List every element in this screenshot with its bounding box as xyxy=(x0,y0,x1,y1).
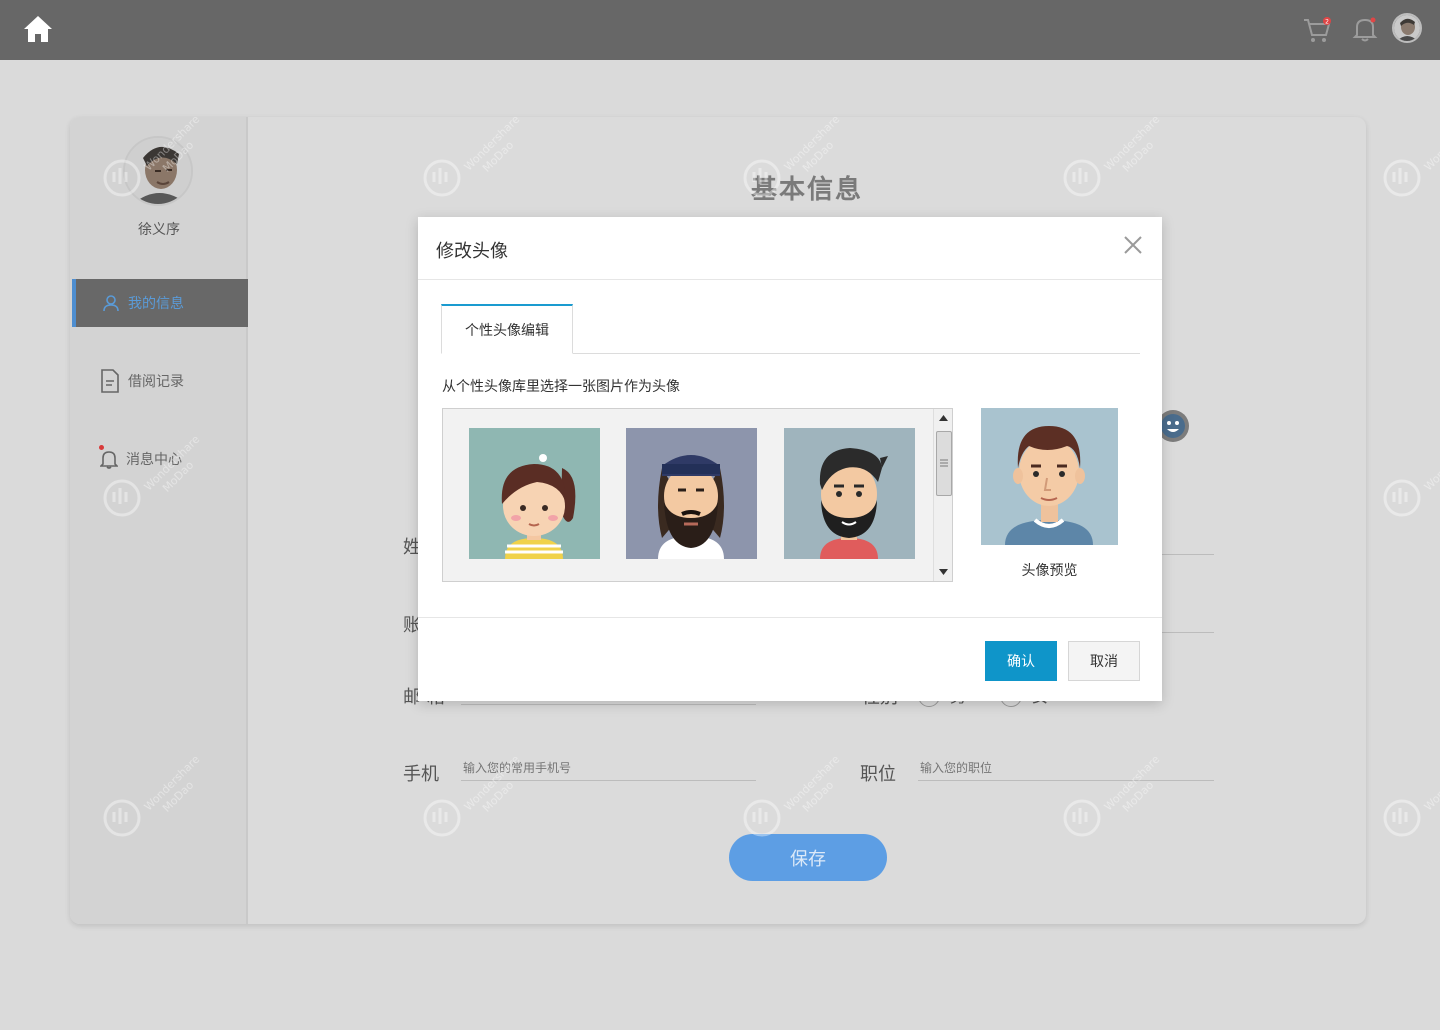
position-label: 职位 xyxy=(860,764,896,785)
name-field-right-edge xyxy=(1162,531,1214,555)
bell-icon xyxy=(100,451,118,469)
document-icon xyxy=(101,369,119,393)
instruction-text: 从个性头像库里选择一张图片作为头像 xyxy=(442,379,680,395)
avatar-gallery xyxy=(442,408,953,582)
save-button[interactable]: 保存 xyxy=(729,834,887,881)
cancel-button[interactable]: 取消 xyxy=(1068,641,1140,681)
svg-text:Wondershare: Wondershare xyxy=(1422,433,1440,494)
change-avatar-dialog: 修改头像 个性头像编辑 从个性头像库里选择一张图片作为头像 头像预览 确认 取消 xyxy=(418,217,1162,701)
phone-field[interactable] xyxy=(461,757,756,781)
user-avatar[interactable] xyxy=(1392,13,1422,43)
dialog-footer-divider xyxy=(418,617,1162,618)
avatar-option-girl[interactable] xyxy=(469,428,600,559)
confirm-button[interactable]: 确认 xyxy=(985,641,1057,681)
user-name: 徐义序 xyxy=(138,222,180,238)
page-title: 基本信息 xyxy=(750,175,863,205)
watermark: WondershareMoDao xyxy=(1383,433,1440,517)
dialog-header: 修改头像 xyxy=(418,217,1162,280)
scroll-thumb[interactable] xyxy=(936,431,952,496)
avatar-preview xyxy=(981,408,1118,545)
bell-icon[interactable] xyxy=(1352,15,1378,43)
cart-badge: 2 xyxy=(1325,19,1329,26)
cart-icon[interactable]: 2 xyxy=(1302,16,1332,44)
position-input[interactable] xyxy=(920,757,1214,779)
avatar-option-bearded-man[interactable] xyxy=(784,428,915,559)
close-icon[interactable] xyxy=(1121,233,1145,257)
sidebar-item-my-info[interactable]: 我的信息 xyxy=(72,279,248,327)
tab-bar: 个性头像编辑 xyxy=(441,304,1140,354)
position-field[interactable] xyxy=(918,757,1214,781)
scroll-down-arrow-icon[interactable] xyxy=(934,564,953,580)
preview-label: 头像预览 xyxy=(1021,563,1078,579)
dialog-title: 修改头像 xyxy=(436,241,508,262)
home-icon[interactable] xyxy=(22,14,54,44)
sidebar-avatar xyxy=(123,136,193,206)
svg-text:Wondershare: Wondershare xyxy=(1422,113,1440,174)
sidebar: 徐义序 我的信息 借阅记录 消息中心 xyxy=(70,117,248,924)
tab-custom-avatar-edit[interactable]: 个性头像编辑 xyxy=(441,304,573,354)
sidebar-item-label: 借阅记录 xyxy=(128,374,184,390)
sidebar-item-label: 我的信息 xyxy=(128,296,184,312)
sidebar-item-label: 消息中心 xyxy=(126,452,182,468)
watermark: WondershareMoDao xyxy=(1383,113,1440,197)
phone-label: 手机 xyxy=(403,764,439,785)
user-icon xyxy=(103,295,119,312)
watermark: WondershareMoDao xyxy=(1383,753,1440,837)
account-field-right-edge xyxy=(1162,609,1214,633)
scroll-up-arrow-icon[interactable] xyxy=(934,410,953,426)
sidebar-item-message-center[interactable]: 消息中心 xyxy=(72,435,248,483)
sidebar-item-borrow-records[interactable]: 借阅记录 xyxy=(72,357,248,405)
top-bar: 2 xyxy=(0,0,1440,60)
avatar-option-bearded-headband[interactable] xyxy=(626,428,757,559)
unread-dot xyxy=(99,445,104,450)
phone-input[interactable] xyxy=(463,757,756,779)
gallery-scrollbar[interactable] xyxy=(933,409,952,581)
svg-text:Wondershare: Wondershare xyxy=(1422,753,1440,814)
